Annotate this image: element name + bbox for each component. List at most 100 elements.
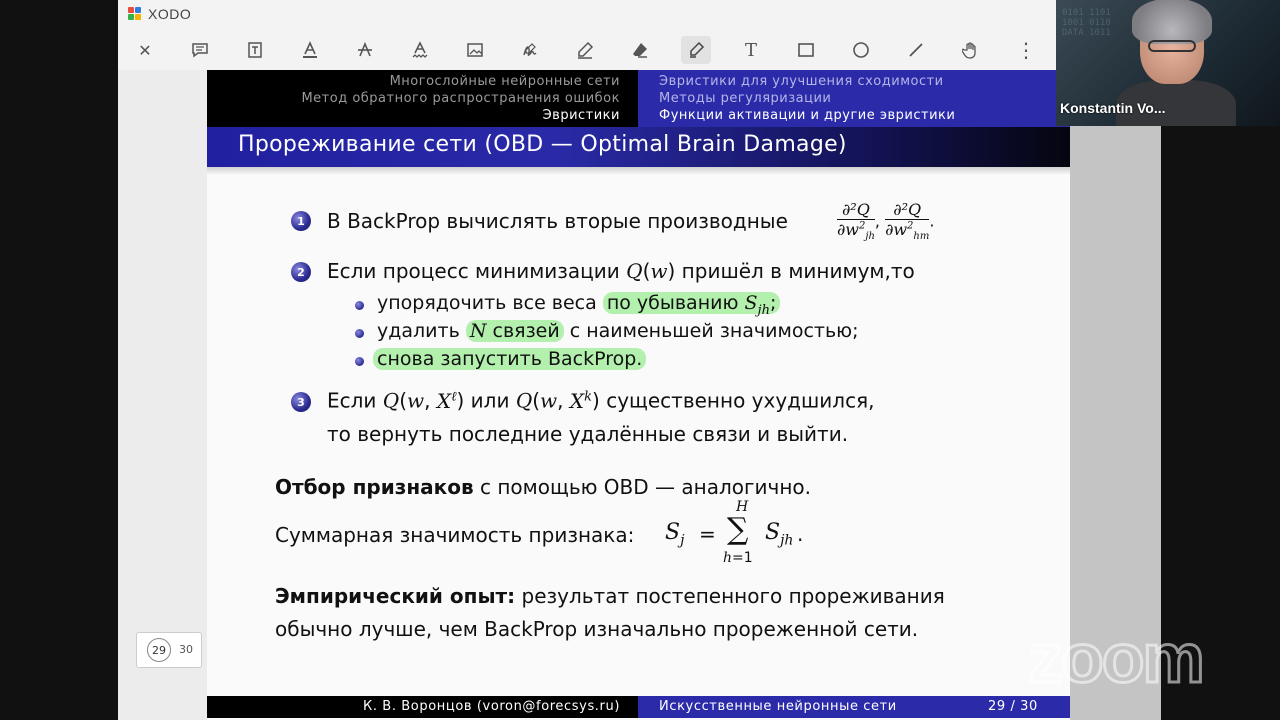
highlighter-icon [690, 41, 705, 58]
slide-title: Прореживание сети (OBD — Optimal Brain D… [238, 132, 847, 157]
squiggly-tool[interactable] [405, 36, 435, 64]
page-navigator[interactable]: 29 30 [136, 632, 202, 668]
empiric-rest: результат постепенного прореживания [515, 584, 945, 608]
slide-header-right: Эвристики для улучшения сходимости Метод… [638, 70, 1070, 127]
participant-video[interactable]: 0101 1101 1001 0110 DATA 1011 Konstantin V… [1056, 0, 1280, 126]
strikeout-tool[interactable] [350, 36, 380, 64]
zoom-watermark: zoom [1027, 618, 1207, 699]
subitem-2-text-c: с наименьшей значимостью; [563, 320, 859, 342]
item-3-line-2: то вернуть последние удалённые связи и в… [327, 422, 849, 446]
current-page-indicator[interactable]: 29 [147, 638, 171, 662]
close-icon: ✕ [138, 40, 152, 60]
slide-footer-right: Искусственные нейронные сети 29 / 30 [638, 696, 1070, 718]
subitem-restart: снова запустить BackProp. [373, 348, 647, 370]
app-logo: XODO [128, 6, 191, 22]
subitem-1-text-b: по убыванию [606, 292, 745, 314]
freetext-icon [248, 42, 262, 58]
subitem-2-text-a: удалить [377, 320, 466, 342]
image-icon [467, 43, 483, 57]
footer-page-number: 29 / 30 [988, 699, 1038, 714]
header-section-1: Многослойные нейронные сети [389, 74, 620, 89]
item-2-text-a: Если процесс минимизации [327, 259, 627, 283]
signature-tool[interactable] [515, 36, 545, 64]
empiric-bold: Эмпирический опыт: [275, 584, 516, 608]
comment-tool[interactable] [185, 36, 215, 64]
underline-tool[interactable] [295, 36, 325, 64]
pan-tool[interactable] [956, 36, 986, 64]
app-name: XODO [148, 6, 192, 22]
underline-text-icon [303, 41, 317, 58]
participant-hair [1132, 0, 1212, 44]
subitem-remove-links: удалить N связей с наименьшей значимость… [377, 320, 859, 342]
video-background-pattern: 0101 1101 1001 0110 DATA 1011 [1062, 8, 1111, 38]
rectangle-icon [798, 43, 814, 57]
signature-icon [523, 43, 537, 56]
image-tool[interactable] [460, 36, 490, 64]
subitem-3-text: снова запустить BackProp [377, 348, 637, 370]
bullet-1 [355, 301, 364, 310]
header-section-current: Эвристики [542, 108, 620, 123]
rectangle-tool[interactable] [791, 36, 821, 64]
pen-icon [578, 41, 594, 59]
total-pages: 30 [179, 643, 193, 656]
highlighter-tool[interactable] [681, 36, 711, 64]
subitem-2-text-b: связей [486, 320, 560, 342]
empiric-line-1: Эмпирический опыт: результат постепенног… [275, 584, 945, 608]
frame-title-bar: Прореживание сети (OBD — Optimal Brain D… [207, 127, 1070, 167]
comment-icon [192, 43, 208, 58]
sum-importance-label: Суммарная значимость признака: [275, 523, 635, 547]
header-section-2: Метод обратного распространения ошибок [301, 91, 620, 106]
text-icon: T [744, 39, 757, 61]
freetext-box-tool[interactable] [240, 36, 270, 64]
item-1-label: В BackProp вычислять вторые производные [327, 209, 788, 233]
eraser-icon [633, 43, 647, 58]
item-3-text-c: существенно ухудшился, [599, 388, 875, 413]
xodo-logo-icon [128, 7, 142, 21]
highlight-1[interactable]: по убыванию Sjh; [602, 292, 781, 318]
squiggly-text-icon [412, 41, 428, 58]
enum-number-3: 3 [291, 392, 311, 412]
item-3-text-a: Если [327, 388, 383, 413]
slide-page: Многослойные нейронные сети Метод обратн… [207, 70, 1070, 720]
enum-number-1: 1 [291, 211, 311, 231]
header-subsection-current: Функции активации и другие эвристики [659, 108, 956, 123]
participant-glasses [1148, 40, 1196, 52]
ellipse-icon [853, 42, 869, 58]
footer-course: Искусственные нейронные сети [659, 699, 897, 714]
more-vertical-icon: ⋮ [1016, 38, 1036, 62]
highlight-3[interactable]: снова запустить BackProp. [373, 348, 647, 370]
pen-tool[interactable] [570, 36, 600, 64]
item-3-line-1: Если Q(w, Xℓ) или Q(w, Xk) существенно у… [327, 388, 875, 413]
text-tool[interactable]: T [736, 36, 766, 64]
line-icon [909, 43, 923, 57]
header-subsection-2: Методы регуляризации [659, 91, 832, 106]
line-tool[interactable] [901, 36, 931, 64]
feature-selection-text: Отбор признаков с помощью OBD — аналогич… [275, 475, 811, 499]
feature-selection-bold: Отбор признаков [275, 475, 474, 499]
hand-icon [962, 42, 976, 59]
eraser-tool[interactable] [625, 36, 655, 64]
header-subsection-1: Эвристики для улучшения сходимости [659, 74, 944, 89]
empiric-line-2: обычно лучше, чем BackProp изначально пр… [275, 617, 919, 641]
subitem-1-text-a: упорядочить все веса [377, 292, 603, 314]
ellipse-tool[interactable] [846, 36, 876, 64]
sum-importance-text: Суммарная значимость признака: [275, 523, 634, 547]
bullet-3 [355, 357, 364, 366]
item-2-text: Если процесс минимизации Q(w) пришёл в м… [327, 259, 915, 283]
bullet-2 [355, 329, 364, 338]
strikeout-text-icon [358, 41, 372, 57]
feature-selection-rest: с помощью OBD — аналогично. [473, 475, 811, 499]
highlight-2[interactable]: N связей [465, 320, 564, 342]
item-1-text: В BackProp вычислять вторые производные [327, 209, 788, 233]
slide-header-left: Многослойные нейронные сети Метод обратн… [207, 70, 638, 127]
more-menu-button[interactable]: ⋮ [1011, 36, 1041, 64]
close-button[interactable]: ✕ [130, 36, 160, 64]
participant-name: Konstantin Vo... [1060, 100, 1166, 116]
subitem-order-weights: упорядочить все веса по убыванию Sjh; [377, 292, 781, 318]
item-3-text-b: или [464, 388, 516, 413]
item-2-text-b: пришёл в минимум,то [675, 259, 915, 283]
footer-author: К. В. Воронцов (voron@forecsys.ru) [363, 699, 620, 714]
title-shadow [207, 167, 1070, 175]
annotation-toolbar: ✕ T ⋮ [118, 30, 1056, 70]
q-of-w-math: Q [626, 259, 643, 283]
